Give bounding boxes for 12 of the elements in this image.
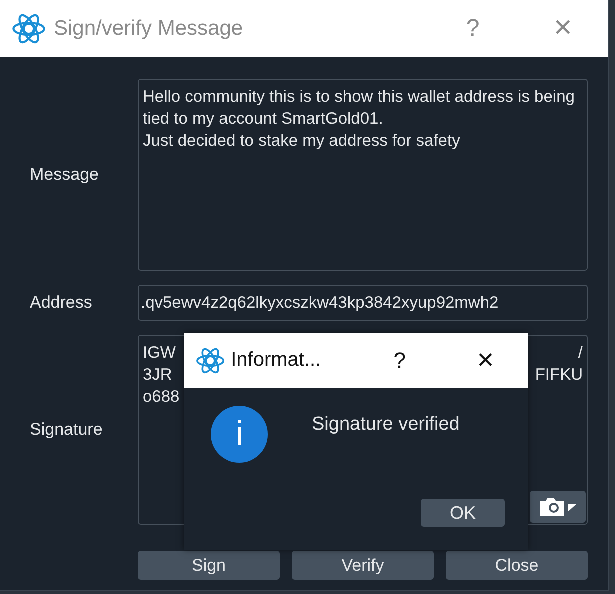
- field-label: Signature: [30, 420, 104, 440]
- dialog-title: Informat...: [231, 349, 322, 372]
- info-icon: i: [211, 406, 268, 463]
- signature-text: o688: [143, 387, 180, 408]
- window-title: Sign/verify Message: [54, 16, 244, 40]
- field-label: Message: [30, 165, 100, 185]
- signature-text: IGW: [143, 343, 176, 364]
- signature-text: FIFKU: [535, 365, 583, 386]
- field-label: Address: [30, 293, 94, 313]
- signature-text: /: [578, 343, 583, 364]
- dialog-message: Signature verified: [312, 414, 460, 437]
- signature-text: 3JR: [143, 365, 172, 386]
